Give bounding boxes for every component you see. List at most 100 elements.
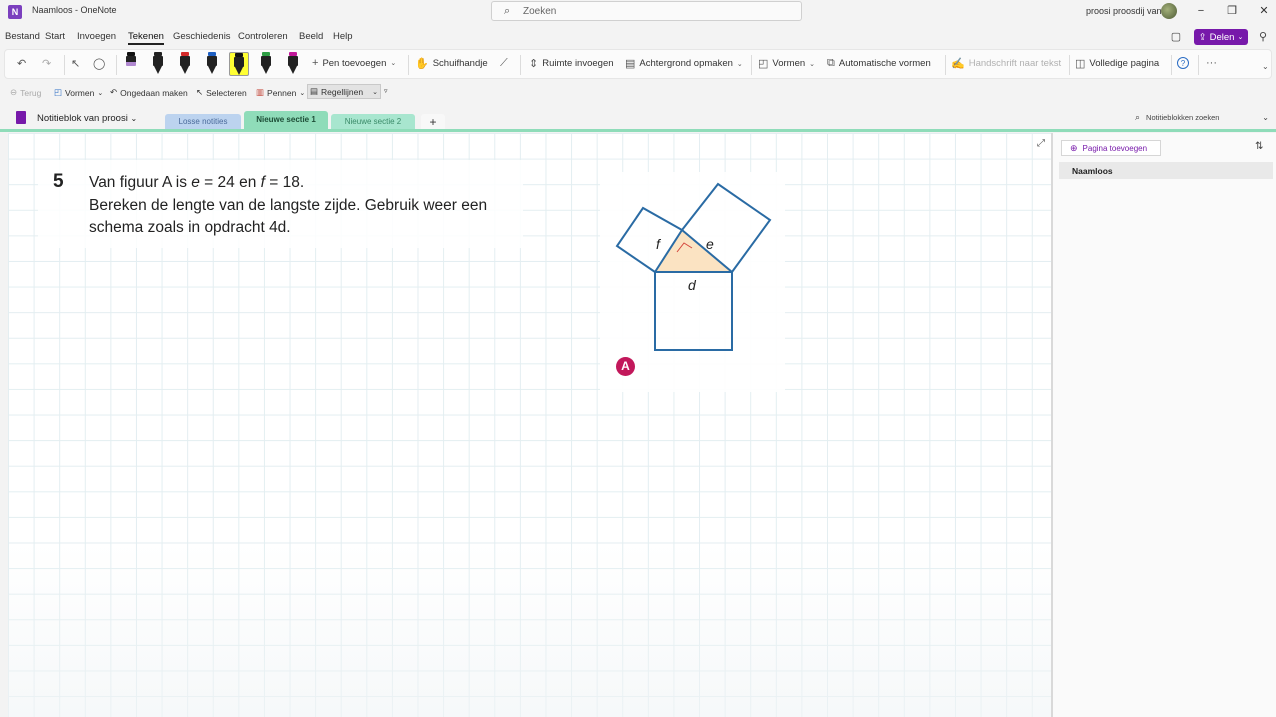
add-pen-button[interactable]: + Pen toevoegen ⌄ bbox=[312, 57, 396, 69]
menu-bestand[interactable]: Bestand bbox=[5, 31, 40, 42]
immersive-reader-icon[interactable]: ▢ bbox=[1170, 31, 1182, 43]
ink-to-text-label: Handschrift naar tekst bbox=[968, 58, 1062, 69]
pens-icon: ▥ bbox=[256, 87, 265, 97]
select-tool-icon[interactable]: ↖ bbox=[71, 57, 80, 70]
chevron-down-icon: ⌄ bbox=[97, 89, 104, 97]
divider bbox=[64, 55, 65, 75]
highlighter-yellow[interactable] bbox=[229, 52, 249, 76]
chevron-down-icon: ⌄ bbox=[299, 89, 306, 97]
pen-green[interactable] bbox=[259, 52, 273, 76]
divider bbox=[1198, 55, 1199, 75]
label-f: f bbox=[656, 236, 662, 252]
pin-icon[interactable]: ⚲ bbox=[1257, 31, 1269, 43]
menu-start[interactable]: Start bbox=[45, 31, 65, 42]
share-label: Delen bbox=[1209, 31, 1235, 43]
qt-select-button[interactable]: ↖ Selecteren bbox=[196, 87, 247, 98]
pen-tip bbox=[154, 66, 162, 74]
pen-black[interactable] bbox=[151, 52, 165, 76]
divider bbox=[1171, 55, 1172, 75]
add-page-button[interactable]: ⊕ Pagina toevoegen bbox=[1061, 140, 1161, 156]
qt-pens-button[interactable]: ▥ Pennen ⌄ bbox=[256, 87, 305, 98]
pen-body bbox=[288, 56, 298, 66]
divider bbox=[116, 55, 117, 75]
pen-body bbox=[126, 56, 136, 66]
undo-icon[interactable]: ↶ bbox=[17, 57, 26, 70]
lasso-select-icon[interactable]: ◯ bbox=[93, 57, 105, 70]
question-line-3: schema zoals in opdracht 4d. bbox=[89, 219, 291, 236]
page-list-item[interactable]: Naamloos bbox=[1059, 162, 1273, 179]
ruler-icon[interactable]: ⟋ bbox=[500, 57, 508, 70]
collapse-ribbon-icon[interactable]: ⌄ bbox=[1262, 62, 1269, 71]
auto-shapes-button[interactable]: ⧉ Automatische vormen bbox=[827, 57, 931, 70]
qt-rule-lines-label: Regellijnen bbox=[321, 86, 364, 97]
customize-toolbar-icon[interactable]: ▿ bbox=[384, 87, 388, 95]
avatar[interactable] bbox=[1161, 3, 1177, 19]
insert-space-button[interactable]: ⇕ Ruimte invoegen bbox=[529, 57, 614, 70]
redo-icon[interactable]: ↷ bbox=[42, 57, 51, 70]
ink-to-text-button[interactable]: ✍ Handschrift naar tekst bbox=[951, 57, 1061, 70]
chevron-down-icon: ⌄ bbox=[1262, 112, 1269, 122]
search-input[interactable]: ⌕ Zoeken bbox=[491, 1, 802, 21]
question-line-2: Bereken de lengte van de langste zijde. … bbox=[89, 197, 488, 214]
menu-invoegen[interactable]: Invoegen bbox=[77, 31, 116, 42]
tab-nieuwe-sectie-1[interactable]: Nieuwe sectie 1 bbox=[244, 111, 328, 131]
share-button[interactable]: ⇪ Delen ⌄ bbox=[1194, 29, 1248, 45]
chevron-down-icon: ⌄ bbox=[130, 114, 138, 123]
title-bar: N Naamloos - OneNote ⌕ Zoeken proosi pro… bbox=[0, 0, 1276, 24]
question-line-1: Van figuur A is e = 24 en f = 18. bbox=[89, 174, 304, 192]
onenote-app-icon: N bbox=[8, 5, 22, 19]
divider bbox=[520, 55, 521, 75]
user-name[interactable]: proosi proosdij van bbox=[1086, 6, 1162, 16]
help-icon[interactable]: ? bbox=[1177, 57, 1189, 69]
chevron-down-icon: ⌄ bbox=[736, 60, 743, 68]
menu-beeld[interactable]: Beeld bbox=[299, 31, 323, 42]
pen-purple[interactable] bbox=[124, 52, 138, 76]
search-placeholder: Zoeken bbox=[523, 6, 557, 17]
pen-body bbox=[234, 57, 244, 67]
restore-icon[interactable]: ❐ bbox=[1224, 3, 1240, 19]
menu-help[interactable]: Help bbox=[333, 31, 353, 42]
pen-body bbox=[207, 56, 217, 66]
qt-rule-lines-button[interactable]: ▤ Regellijnen ⌄ bbox=[307, 84, 381, 99]
qt-shapes-label: Vormen bbox=[65, 87, 95, 98]
notebook-selector[interactable]: Notitieblok van proosi ⌄ bbox=[37, 113, 137, 124]
pen-tip bbox=[181, 66, 189, 74]
background-label: Achtergrond opmaken bbox=[639, 58, 733, 69]
full-page-icon: ◫ bbox=[1075, 58, 1086, 70]
pen-magenta[interactable] bbox=[286, 52, 300, 76]
window-title: Naamloos - OneNote bbox=[32, 5, 117, 15]
full-page-button[interactable]: ◫ Volledige pagina bbox=[1075, 57, 1159, 70]
notebook-search-input[interactable]: ⌕ Notitieblokken zoeken ⌄ bbox=[1135, 109, 1275, 125]
back-button[interactable]: ⊖ Terug bbox=[10, 87, 41, 98]
qt-undo-button[interactable]: ↶ Ongedaan maken bbox=[110, 87, 188, 98]
menu-controleren[interactable]: Controleren bbox=[238, 31, 288, 42]
expand-icon[interactable]: ⤢ bbox=[1037, 138, 1045, 149]
menu-bar: Bestand Start Invoegen Tekenen Geschiede… bbox=[0, 28, 1276, 46]
label-d: d bbox=[688, 277, 697, 293]
hand-tool-button[interactable]: ✋ Schuifhandje bbox=[415, 57, 488, 70]
qt-shapes-button[interactable]: ◰ Vormen ⌄ bbox=[54, 87, 103, 98]
menu-geschiedenis[interactable]: Geschiedenis bbox=[173, 31, 231, 42]
more-options-icon[interactable]: ··· bbox=[1206, 57, 1217, 69]
page-background-icon: ▤ bbox=[625, 58, 636, 70]
add-page-label: Pagina toevoegen bbox=[1082, 143, 1148, 153]
minimize-icon[interactable]: − bbox=[1193, 3, 1209, 19]
qt-undo-label: Ongedaan maken bbox=[120, 87, 188, 98]
background-button[interactable]: ▤ Achtergrond opmaken ⌄ bbox=[625, 57, 743, 70]
close-icon[interactable]: ✕ bbox=[1256, 3, 1272, 19]
pen-blue[interactable] bbox=[205, 52, 219, 76]
quick-access-toolbar: ⊖ Terug ◰ Vormen ⌄ ↶ Ongedaan maken ↖ Se… bbox=[4, 82, 1272, 102]
pen-tip bbox=[289, 66, 297, 74]
pen-red[interactable] bbox=[178, 52, 192, 76]
add-page-icon: ⊕ bbox=[1070, 142, 1078, 153]
qt-pens-label: Pennen bbox=[267, 87, 297, 98]
auto-shapes-icon: ⧉ bbox=[827, 57, 835, 69]
search-icon: ⌕ bbox=[1135, 111, 1141, 122]
shapes-label: Vormen bbox=[772, 58, 806, 69]
q-text: = 24 en bbox=[199, 174, 261, 191]
shapes-button[interactable]: ◰ Vormen ⌄ bbox=[758, 57, 815, 70]
insert-space-label: Ruimte invoegen bbox=[542, 58, 614, 69]
sort-icon[interactable]: ⇅ bbox=[1255, 141, 1263, 152]
menu-tekenen[interactable]: Tekenen bbox=[128, 31, 164, 45]
rule-lines-icon: ▤ bbox=[310, 86, 319, 96]
